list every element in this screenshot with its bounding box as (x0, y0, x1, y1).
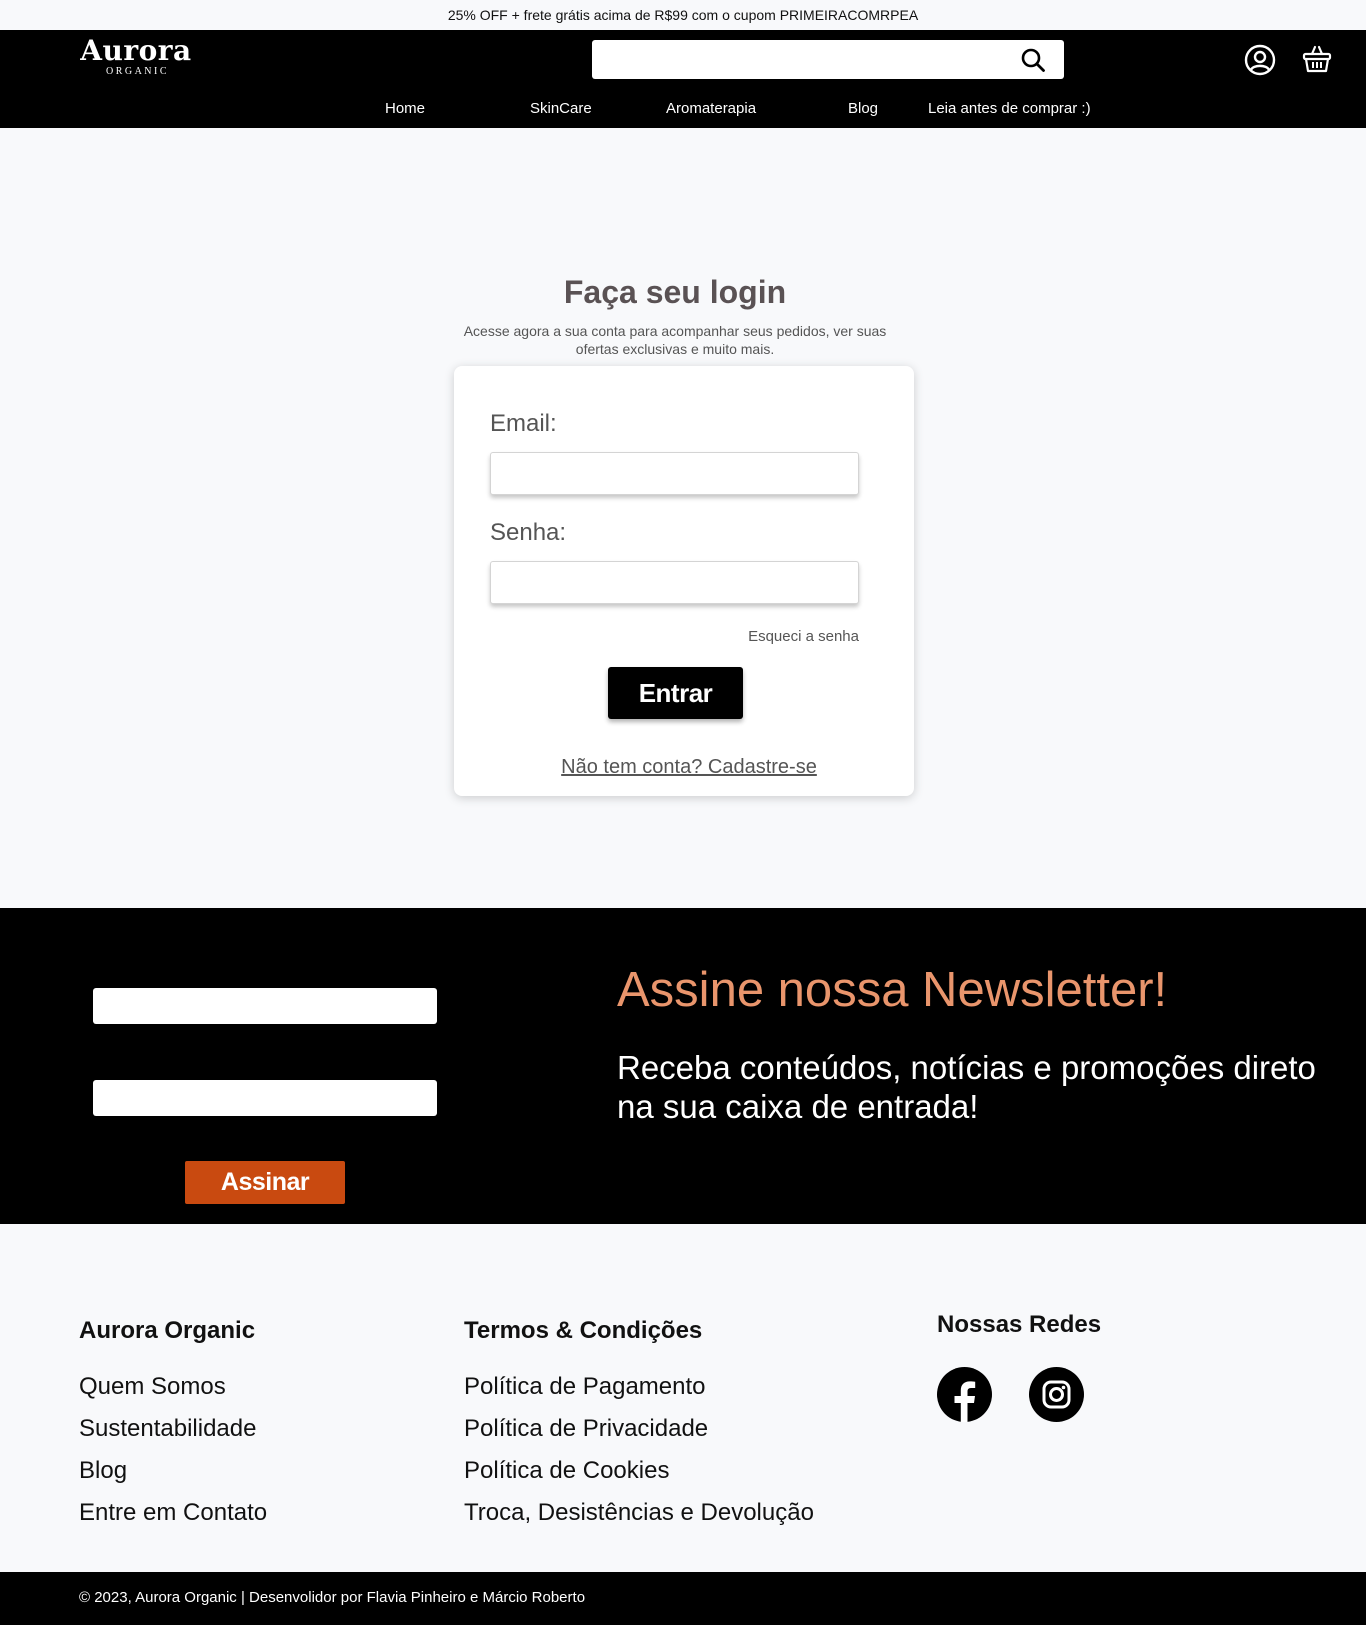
newsletter-section: Assinar Assine nossa Newsletter! Receba … (0, 908, 1366, 1224)
newsletter-email-input[interactable] (93, 1080, 437, 1116)
footer-link-privacidade[interactable]: Política de Privacidade (464, 1415, 708, 1443)
site-header: Aurora ORGANIC Home SkinCare Aromaterapi… (0, 30, 1366, 128)
logo[interactable]: Aurora ORGANIC (75, 36, 197, 78)
newsletter-title: Assine nossa Newsletter! (617, 963, 1168, 1017)
logo-main-text: Aurora (80, 34, 192, 67)
user-icon[interactable] (1244, 44, 1276, 76)
email-field[interactable] (490, 452, 859, 495)
logo-sub-text: ORGANIC (105, 66, 170, 77)
footer-link-cookies[interactable]: Política de Cookies (464, 1457, 669, 1485)
main-nav: Home SkinCare Aromaterapia Blog Leia ant… (0, 100, 1366, 120)
footer-link-quem-somos[interactable]: Quem Somos (79, 1373, 226, 1401)
subscribe-button[interactable]: Assinar (185, 1161, 345, 1204)
footer-col2-title: Termos & Condições (464, 1317, 703, 1344)
password-label: Senha: (490, 519, 567, 546)
footer-link-contato[interactable]: Entre em Contato (79, 1499, 267, 1527)
footer-link-troca[interactable]: Troca, Desistências e Devolução (464, 1499, 814, 1527)
newsletter-name-input[interactable] (93, 988, 437, 1024)
search-icon[interactable] (1020, 47, 1046, 73)
login-title: Faça seu login (563, 274, 787, 310)
search-input[interactable] (602, 44, 1002, 75)
copyright-text: © 2023, Aurora Organic | Desenvolidor po… (79, 1589, 586, 1606)
email-label: Email: (490, 410, 557, 437)
instagram-icon[interactable] (1029, 1367, 1084, 1422)
login-card: Email: Senha: Esqueci a senha Entrar Não… (454, 366, 914, 796)
search-bar (592, 40, 1064, 79)
password-field[interactable] (490, 561, 859, 604)
nav-blog[interactable]: Blog (848, 100, 878, 118)
footer-link-blog[interactable]: Blog (79, 1457, 127, 1485)
newsletter-text: Receba conteúdos, notícias e promoções d… (617, 1049, 1316, 1125)
login-button[interactable]: Entrar (608, 667, 743, 719)
signup-link[interactable]: Não tem conta? Cadastre-se (454, 756, 924, 779)
promo-banner: 25% OFF + frete grátis acima de R$99 com… (0, 0, 1366, 30)
nav-leia-antes[interactable]: Leia antes de comprar :) (928, 100, 1091, 118)
nav-skincare[interactable]: SkinCare (530, 100, 592, 118)
forgot-password-link[interactable]: Esqueci a senha (748, 628, 859, 645)
footer-link-sustentabilidade[interactable]: Sustentabilidade (79, 1415, 256, 1443)
facebook-icon[interactable] (937, 1367, 992, 1422)
cart-icon[interactable] (1302, 44, 1332, 74)
footer-col1-title: Aurora Organic (79, 1317, 256, 1344)
nav-home[interactable]: Home (385, 100, 425, 118)
login-subtitle: Acesse agora a sua conta para acompanhar… (463, 323, 887, 357)
bottom-bar: © 2023, Aurora Organic | Desenvolidor po… (0, 1572, 1366, 1625)
footer-link-pagamento[interactable]: Política de Pagamento (464, 1373, 706, 1401)
nav-aromaterapia[interactable]: Aromaterapia (666, 100, 756, 118)
footer-col3-title: Nossas Redes (937, 1311, 1102, 1338)
